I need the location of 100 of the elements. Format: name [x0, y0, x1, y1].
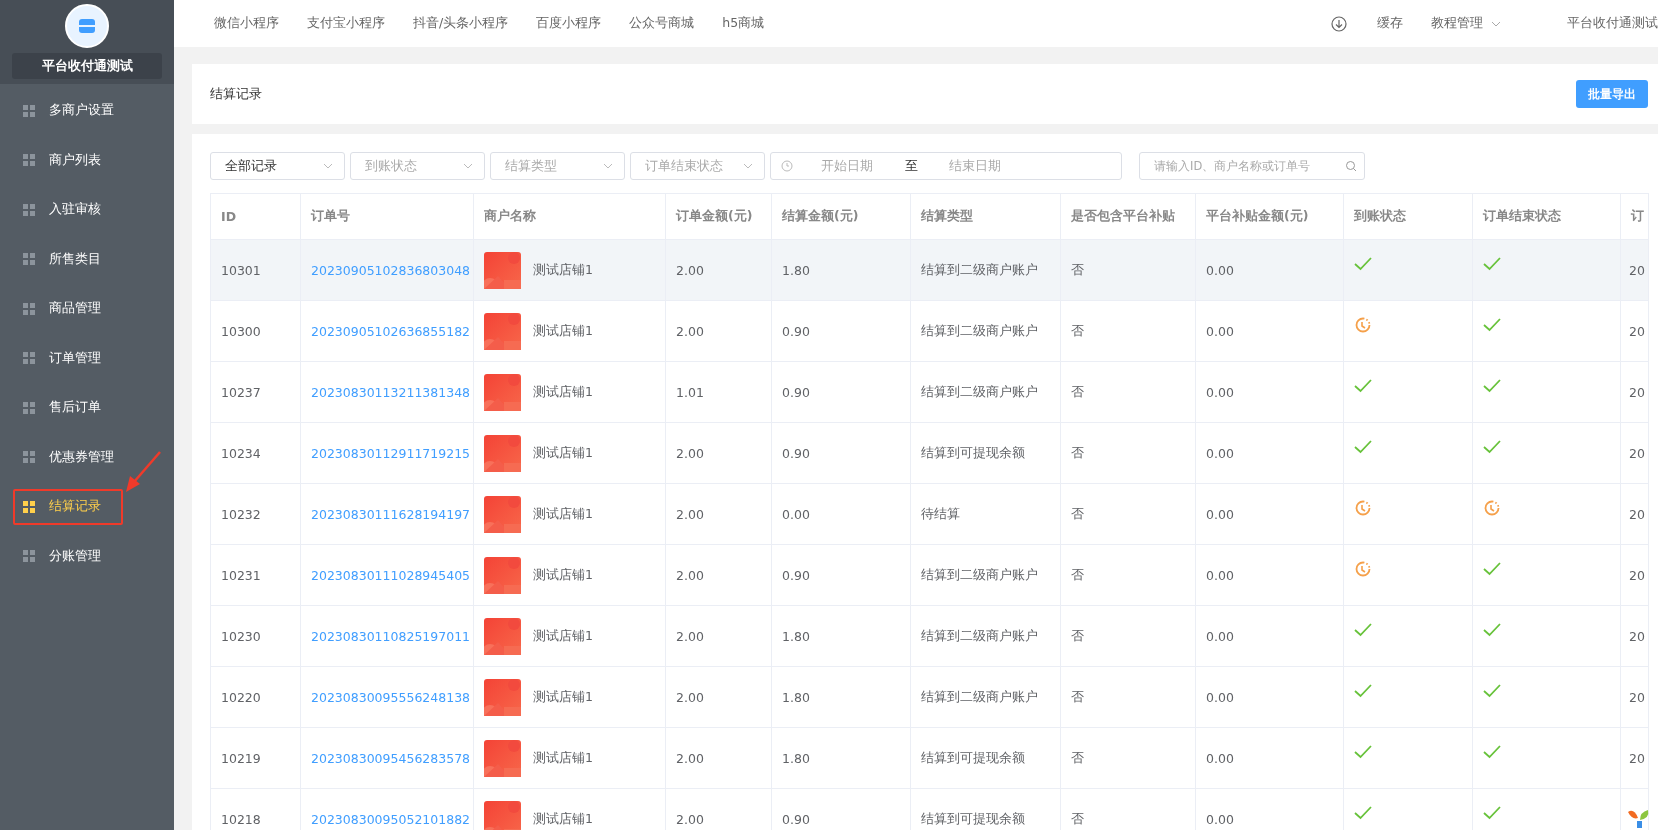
nav-link[interactable]: 抖音/头条小程序 [413, 15, 509, 32]
table-cell: 0.90 [772, 545, 911, 605]
nav-link[interactable]: 微信小程序 [214, 15, 279, 32]
table-cell: 否 [1061, 301, 1196, 361]
table-cell: 20 [1621, 545, 1649, 605]
table-cell: 1.80 [772, 240, 911, 300]
table-cell: 0.00 [1196, 362, 1344, 422]
table-cell: 结算到可提现余额 [911, 789, 1061, 830]
grid-icon [23, 253, 35, 266]
table-cell: 0.00 [772, 484, 911, 544]
shop-name-text: 测试店铺1 [533, 444, 593, 462]
table-cell: 10231 [211, 545, 301, 605]
table-cell: 否 [1061, 545, 1196, 605]
table-cell: 20 [1621, 484, 1649, 544]
grid-icon [23, 451, 35, 464]
shop-name-text: 测试店铺1 [533, 261, 593, 279]
shop-name-text: 测试店铺1 [533, 810, 593, 828]
table-cell: 20 [1621, 728, 1649, 788]
sidebar-item[interactable]: 商品管理 [13, 290, 123, 327]
sidebar-item[interactable]: 入驻审核 [13, 191, 123, 228]
table-cell: 2.00 [666, 301, 772, 361]
table-cell: 0.00 [1196, 423, 1344, 483]
table-cell: 否 [1061, 362, 1196, 422]
table-cell: 否 [1061, 606, 1196, 666]
nav-link[interactable]: 公众号商城 [629, 15, 695, 32]
table-cell: 0.90 [772, 789, 911, 830]
column-header: 结算金额(元) [772, 194, 911, 239]
table-cell: 否 [1061, 240, 1196, 300]
nav-link[interactable]: 百度小程序 [536, 15, 602, 32]
table-cell: 1.80 [772, 606, 911, 666]
nav-link[interactable]: h5商城 [722, 15, 765, 32]
sidebar-item[interactable]: 多商户设置 [13, 92, 123, 129]
column-header: 到账状态 [1344, 194, 1473, 239]
column-header: ID [211, 194, 301, 239]
table-cell: 0.00 [1196, 240, 1344, 300]
sidebar-item[interactable]: 订单管理 [13, 340, 123, 377]
sidebar-item[interactable]: 所售类目 [13, 241, 123, 278]
table-cell: 否 [1061, 789, 1196, 830]
table-cell: 0.90 [772, 301, 911, 361]
table-cell: 10237 [211, 362, 301, 422]
nav-link[interactable]: 支付宝小程序 [307, 15, 385, 32]
sidebar-item[interactable]: 商户列表 [13, 142, 123, 179]
table-cell: 20 [1621, 301, 1649, 361]
tutorial-menu[interactable]: 教程管理 [1431, 15, 1531, 32]
table-cell: 2.00 [666, 667, 772, 727]
table-cell: 0.90 [772, 362, 911, 422]
column-header: 商户名称 [474, 194, 666, 239]
sidebar-item[interactable]: 结算记录 [13, 488, 123, 525]
shop-name-text: 测试店铺1 [533, 505, 593, 523]
table-cell: 10232 [211, 484, 301, 544]
table-cell: 2.00 [666, 240, 772, 300]
table-cell: 结算到可提现余额 [911, 728, 1061, 788]
shop-name-text: 测试店铺1 [533, 688, 593, 706]
grid-icon [23, 500, 35, 513]
table-cell: 否 [1061, 423, 1196, 483]
column-header: 平台补贴金额(元) [1196, 194, 1344, 239]
column-header: 订单结束状态 [1473, 194, 1621, 239]
table-cell: 10219 [211, 728, 301, 788]
grid-icon [23, 550, 35, 563]
table-cell: 0.00 [1196, 667, 1344, 727]
table-cell: 0.90 [772, 423, 911, 483]
record-select[interactable]: 全部记录 [210, 152, 345, 180]
grid-icon [23, 104, 35, 117]
clock-icon [781, 160, 793, 172]
shop-name-text: 测试店铺1 [533, 566, 593, 584]
table-cell: 否 [1061, 667, 1196, 727]
date-range-field[interactable]: 开始日期 至 结束日期 [770, 152, 1122, 180]
table-cell: 10220 [211, 667, 301, 727]
download-icon[interactable] [1331, 15, 1347, 32]
table-cell: 0.00 [1196, 606, 1344, 666]
search-field[interactable]: 请输入ID、商户名称或订单号 [1139, 152, 1365, 180]
table-cell: 0.00 [1196, 789, 1344, 830]
table-cell: 2.00 [666, 728, 772, 788]
account-menu[interactable]: 平台收付通测试 [1567, 15, 1658, 32]
cache-link[interactable]: 缓存 [1377, 15, 1403, 32]
table-cell: 0.00 [1196, 728, 1344, 788]
table-cell: 结算到二级商户账户 [911, 362, 1061, 422]
table-cell: 20 [1621, 362, 1649, 422]
table-cell: 2.00 [666, 789, 772, 830]
column-header: 是否包含平台补贴 [1061, 194, 1196, 239]
table-cell: 20 [1621, 606, 1649, 666]
table-cell: 20 [1621, 667, 1649, 727]
table-cell: 10218 [211, 789, 301, 830]
table-cell: 2.00 [666, 606, 772, 666]
column-header: 结算类型 [911, 194, 1061, 239]
sidebar-item[interactable]: 优惠券管理 [13, 439, 123, 476]
sidebar-item[interactable]: 售后订单 [13, 389, 123, 426]
table-cell: 2.00 [666, 423, 772, 483]
shop-name: 平台收付通测试 [12, 53, 162, 79]
grid-icon [23, 154, 35, 167]
table-cell: 20 [1621, 240, 1649, 300]
table-cell: 0.00 [1196, 545, 1344, 605]
table-cell: 1.80 [772, 667, 911, 727]
shop-name-text: 测试店铺1 [533, 383, 593, 401]
table-cell: 结算到二级商户账户 [911, 240, 1061, 300]
table-cell: 否 [1061, 484, 1196, 544]
table-cell: 10301 [211, 240, 301, 300]
sidebar-item[interactable]: 分账管理 [13, 538, 123, 575]
table-cell: 10300 [211, 301, 301, 361]
store-logo-icon [65, 4, 109, 48]
